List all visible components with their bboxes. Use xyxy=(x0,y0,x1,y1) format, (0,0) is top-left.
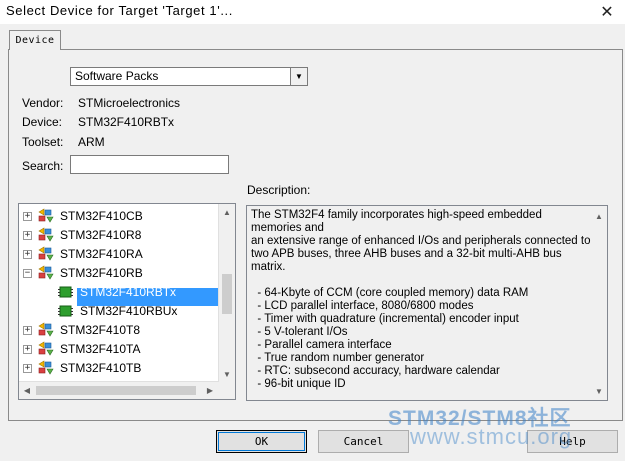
vendor-value: STMicroelectronics xyxy=(78,96,181,110)
search-input[interactable] xyxy=(70,155,229,174)
tree-item-label: STM32F410TA xyxy=(60,342,141,356)
toolset-value: ARM xyxy=(78,135,105,149)
description-text: The STM32F4 family incorporates high-spe… xyxy=(251,209,591,390)
scrollbar-corner xyxy=(219,382,235,399)
scroll-down-icon[interactable]: ▼ xyxy=(219,366,235,382)
tree-horizontal-scrollbar[interactable]: ◀ ▶ xyxy=(19,381,219,399)
scroll-up-icon[interactable]: ▲ xyxy=(219,204,235,220)
tree-item-label: STM32F410R8 xyxy=(60,228,142,242)
device-group-icon xyxy=(38,322,54,337)
device-source-value: Software Packs xyxy=(75,69,159,83)
search-label: Search: xyxy=(22,159,64,173)
description-box: The STM32F4 family incorporates high-spe… xyxy=(246,205,608,401)
tree-item[interactable]: + STM32F410TB xyxy=(19,359,219,378)
tree-item-label: STM32F410RB xyxy=(60,266,143,280)
device-value: STM32F410RBTx xyxy=(78,115,175,129)
tree-item-label: STM32F410RA xyxy=(60,247,143,261)
tree-item[interactable]: − STM32F410RB xyxy=(19,264,219,283)
tree-item[interactable]: + STM32F410R8 xyxy=(19,226,219,245)
device-group-icon xyxy=(38,265,54,280)
expand-icon[interactable]: + xyxy=(23,364,32,373)
chip-icon xyxy=(58,305,73,317)
tree-item-label: STM32F410T8 xyxy=(60,323,141,337)
device-group-icon xyxy=(38,360,54,375)
vendor-label: Vendor: xyxy=(22,96,64,110)
collapse-icon[interactable]: − xyxy=(23,269,32,278)
expand-icon[interactable]: + xyxy=(23,231,32,240)
tree-item-label: STM32F410TB xyxy=(60,361,142,375)
chip-icon xyxy=(58,286,73,298)
description-label: Description: xyxy=(247,183,311,197)
scroll-down-icon[interactable]: ▼ xyxy=(591,383,607,399)
close-button[interactable]: ✕ xyxy=(595,0,619,24)
chevron-down-icon[interactable]: ▼ xyxy=(290,68,307,85)
scroll-right-icon[interactable]: ▶ xyxy=(202,382,218,398)
tree-item[interactable]: STM32F410RBTx xyxy=(19,283,219,302)
help-button[interactable]: Help xyxy=(527,430,618,453)
expand-icon[interactable]: + xyxy=(23,326,32,335)
device-label: Device: xyxy=(22,115,63,129)
tree-item[interactable]: + STM32F410CB xyxy=(19,207,219,226)
title-bar: Select Device for Target 'Target 1'... ✕ xyxy=(0,0,625,24)
tab-gap xyxy=(10,49,59,50)
tree-item[interactable]: + STM32F410RA xyxy=(19,245,219,264)
scroll-left-icon[interactable]: ◀ xyxy=(19,382,35,398)
close-icon: ✕ xyxy=(600,4,614,21)
device-group-icon xyxy=(38,246,54,261)
tree-item[interactable]: + STM32F410TA xyxy=(19,340,219,359)
device-group-icon xyxy=(38,227,54,242)
expand-icon[interactable]: + xyxy=(23,212,32,221)
window-title: Select Device for Target 'Target 1'... xyxy=(6,3,233,18)
device-tree[interactable]: + STM32F410CB + STM32F410R8 + STM32F410RA − STM… xyxy=(18,203,236,400)
toolset-label: Toolset: xyxy=(22,135,64,149)
tree-item[interactable]: STM32F410RBUx xyxy=(19,302,219,321)
tab-device[interactable]: Device xyxy=(9,30,61,50)
tree-vscroll-thumb[interactable] xyxy=(222,274,232,314)
tree-item-label: STM32F410CB xyxy=(60,209,143,223)
tree-hscroll-thumb[interactable] xyxy=(36,386,196,395)
expand-icon[interactable]: + xyxy=(23,345,32,354)
expand-icon[interactable]: + xyxy=(23,250,32,259)
description-vertical-scrollbar[interactable]: ▲ ▼ xyxy=(591,206,607,400)
cancel-button[interactable]: Cancel xyxy=(318,430,409,453)
device-group-icon xyxy=(38,341,54,356)
tree-item[interactable]: + STM32F410T8 xyxy=(19,321,219,340)
device-group-icon xyxy=(38,208,54,223)
tree-item-label: STM32F410RBUx xyxy=(80,304,178,318)
scroll-up-icon[interactable]: ▲ xyxy=(591,208,607,224)
device-source-select[interactable]: Software Packs ▼ xyxy=(70,67,308,86)
tree-item-label: STM32F410RBTx xyxy=(80,285,177,299)
tree-vertical-scrollbar[interactable]: ▲ ▼ xyxy=(218,204,235,382)
ok-button[interactable]: OK xyxy=(216,430,307,453)
